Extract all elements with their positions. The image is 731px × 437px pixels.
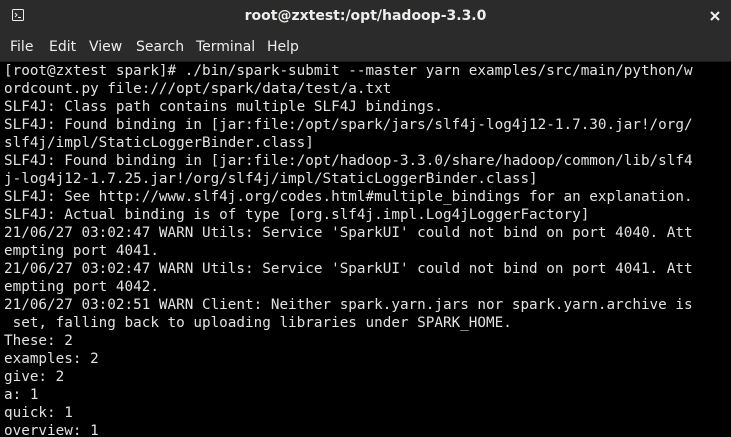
menu-view[interactable]: View	[89, 32, 122, 62]
terminal-line: ordcount.py file:///opt/spark/data/test/…	[4, 81, 392, 97]
terminal-line: 21/06/27 03:02:47 WARN Utils: Service 'S…	[4, 261, 693, 277]
terminal-icon[interactable]	[12, 8, 24, 21]
terminal-line: slf4j/impl/StaticLoggerBinder.class]	[4, 135, 314, 151]
terminal-line: quick: 1	[4, 405, 73, 421]
close-icon[interactable]	[705, 6, 725, 26]
terminal-line: 21/06/27 03:02:51 WARN Client: Neither s…	[4, 297, 693, 313]
terminal-line: 21/06/27 03:02:47 WARN Utils: Service 'S…	[4, 225, 693, 241]
terminal-line: give: 2	[4, 369, 65, 385]
terminal-line: SLF4J: See http://www.slf4j.org/codes.ht…	[4, 189, 693, 205]
terminal-line: SLF4J: Class path contains multiple SLF4…	[4, 99, 443, 115]
terminal-line: examples: 2	[4, 351, 99, 367]
menu-file[interactable]: File	[10, 32, 33, 62]
terminal-line: These: 2	[4, 333, 73, 349]
menu-terminal[interactable]: Terminal	[196, 32, 255, 62]
terminal-line: SLF4J: Found binding in [jar:file:/opt/s…	[4, 117, 693, 133]
window-title: root@zxtest:/opt/hadoop-3.3.0	[244, 8, 487, 24]
terminal-line: SLF4J: Found binding in [jar:file:/opt/h…	[4, 153, 693, 169]
menu-help[interactable]: Help	[267, 32, 299, 62]
terminal-line: set, falling back to uploading libraries…	[4, 315, 512, 331]
terminal-line: empting port 4042.	[4, 279, 159, 295]
menu-edit[interactable]: Edit	[49, 32, 76, 62]
terminal-output[interactable]: [root@zxtest spark]# ./bin/spark-submit …	[0, 62, 731, 437]
terminal-line: overview: 1	[4, 423, 99, 437]
menu-bar: File Edit View Search Terminal Help	[0, 32, 731, 62]
terminal-window: root@zxtest:/opt/hadoop-3.3.0 File Edit …	[0, 0, 731, 437]
terminal-line: j-log4j12-1.7.25.jar!/org/slf4j/impl/Sta…	[4, 171, 538, 187]
terminal-line: SLF4J: Actual binding is of type [org.sl…	[4, 207, 590, 223]
title-bar: root@zxtest:/opt/hadoop-3.3.0	[0, 0, 731, 32]
menu-search[interactable]: Search	[136, 32, 184, 62]
terminal-line: [root@zxtest spark]# ./bin/spark-submit …	[4, 63, 693, 79]
terminal-text[interactable]: [root@zxtest spark]# ./bin/spark-submit …	[0, 62, 731, 437]
terminal-line: a: 1	[4, 387, 39, 403]
terminal-line: empting port 4041.	[4, 243, 159, 259]
